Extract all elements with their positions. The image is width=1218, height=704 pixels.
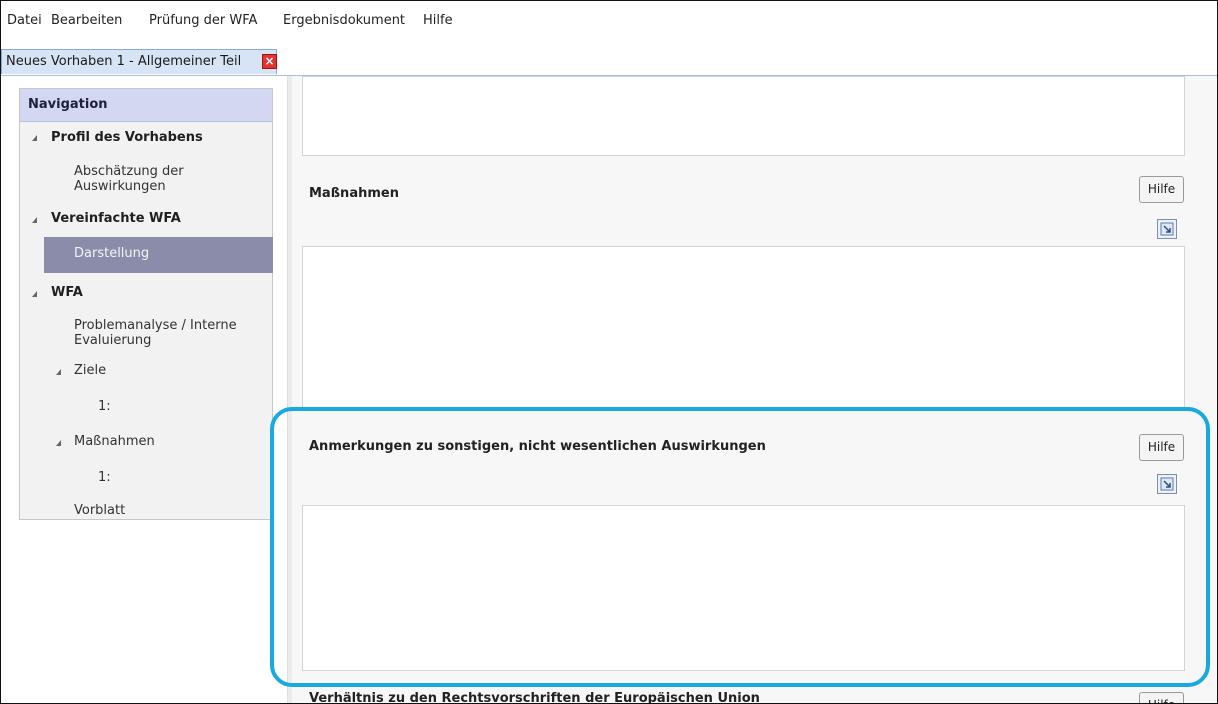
nav-item-profil[interactable]: Profil des Vorhabens — [51, 130, 203, 145]
nav-item-vereinfachte-wfa[interactable]: Vereinfachte WFA — [51, 211, 181, 226]
tab-strip: Neues Vorhaben 1 - Allgemeiner Teil × — [1, 41, 1217, 76]
nav-item-darstellung-selected[interactable]: Darstellung — [44, 237, 273, 273]
nav-item-darstellung: Darstellung — [74, 246, 150, 261]
section-title-verhaeltnis: Verhältnis zu den Rechtsvorschriften der… — [309, 691, 760, 704]
nav-item-abschaetzung-line2[interactable]: Auswirkungen — [74, 179, 166, 194]
expand-triangle-icon[interactable] — [56, 440, 61, 446]
main-content: Maßnahmen Hilfe Anmerkungen zu sonstigen… — [292, 76, 1217, 704]
menu-pruefung-der-wfa[interactable]: Prüfung der WFA — [149, 13, 257, 28]
expand-triangle-icon[interactable] — [32, 135, 37, 141]
nav-item-massnahmen-1[interactable]: 1: — [98, 470, 111, 485]
navigation-pane: Navigation Profil des Vorhabens Abschätz… — [1, 76, 288, 703]
expand-editor-icon[interactable] — [1157, 474, 1177, 494]
expand-triangle-icon[interactable] — [32, 291, 37, 297]
help-button[interactable]: Hilfe — [1139, 434, 1184, 461]
expand-triangle-icon[interactable] — [56, 369, 61, 375]
anmerkungen-text-area[interactable] — [302, 505, 1185, 671]
section-title-massnahmen: Maßnahmen — [309, 186, 399, 201]
expand-triangle-icon[interactable] — [32, 217, 37, 223]
massnahmen-text-area[interactable] — [302, 246, 1185, 409]
help-button[interactable]: Hilfe — [1139, 176, 1184, 203]
help-button[interactable]: Hilfe — [1139, 692, 1184, 703]
nav-item-abschaetzung-line1[interactable]: Abschätzung der — [74, 164, 184, 179]
application-window: Datei Bearbeiten Prüfung der WFA Ergebni… — [0, 0, 1218, 704]
section-title-anmerkungen: Anmerkungen zu sonstigen, nicht wesentli… — [309, 439, 766, 454]
close-icon[interactable]: × — [262, 54, 277, 69]
nav-item-massnahmen[interactable]: Maßnahmen — [74, 434, 155, 449]
expand-editor-icon[interactable] — [1157, 219, 1177, 239]
menu-hilfe[interactable]: Hilfe — [423, 13, 453, 28]
menu-bar: Datei Bearbeiten Prüfung der WFA Ergebni… — [1, 1, 1217, 42]
tab-label: Neues Vorhaben 1 - Allgemeiner Teil — [6, 54, 242, 69]
previous-text-area[interactable] — [302, 76, 1185, 156]
nav-item-wfa[interactable]: WFA — [51, 285, 83, 300]
tab-neues-vorhaben[interactable]: Neues Vorhaben 1 - Allgemeiner Teil × — [1, 49, 277, 74]
nav-item-problemanalyse-line2[interactable]: Evaluierung — [74, 333, 151, 348]
menu-bearbeiten[interactable]: Bearbeiten — [51, 13, 122, 28]
menu-datei[interactable]: Datei — [7, 13, 42, 28]
menu-ergebnisdokument[interactable]: Ergebnisdokument — [283, 13, 405, 28]
navigation-title: Navigation — [28, 97, 108, 112]
nav-item-ziele[interactable]: Ziele — [74, 363, 106, 378]
nav-item-vorblatt[interactable]: Vorblatt — [74, 503, 125, 518]
nav-item-ziele-1[interactable]: 1: — [98, 399, 111, 414]
navigation-panel: Navigation Profil des Vorhabens Abschätz… — [19, 88, 273, 520]
navigation-header: Navigation — [20, 89, 272, 122]
nav-item-problemanalyse-line1[interactable]: Problemanalyse / Interne — [74, 318, 237, 333]
